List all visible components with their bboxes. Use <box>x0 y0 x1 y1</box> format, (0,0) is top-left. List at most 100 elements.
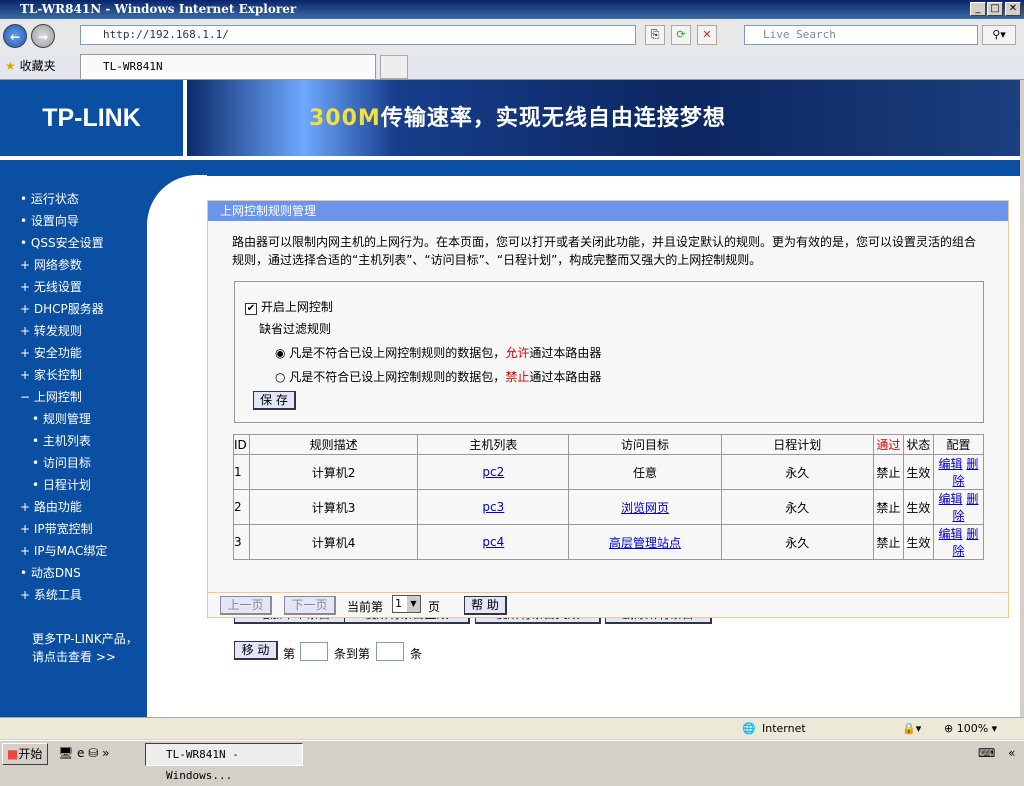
forward-button[interactable]: → <box>31 24 55 48</box>
taskbar: ■开始 🖥 e ⛁ » TL-WR841N - Windows... ⌨ « <box>0 740 1024 782</box>
tab-tl-wr841n[interactable]: TL-WR841N <box>80 54 376 79</box>
enable-label: 开启上网控制 <box>260 300 333 314</box>
target-cell: 高层管理站点 <box>568 524 722 560</box>
state: 生效 <box>902 454 934 490</box>
maximize-button[interactable]: □ <box>987 2 1003 16</box>
host-cell: pc4 <box>417 524 570 560</box>
address-input[interactable]: http://192.168.1.1/ <box>80 25 636 45</box>
host-link[interactable]: pc3 <box>482 500 504 514</box>
sidebar-item[interactable]: • 运行状态 <box>20 190 79 207</box>
sidebar-item[interactable]: − 上网控制 <box>20 388 82 405</box>
sidebar-item[interactable]: + 路由功能 <box>20 498 82 515</box>
sidebar-item[interactable]: • 动态DNS <box>20 564 81 581</box>
search-input[interactable]: Live Search <box>744 25 978 45</box>
sidebar-item[interactable]: + 网络参数 <box>20 256 82 273</box>
rule-desc: 计算机3 <box>248 489 419 525</box>
zone-label: Internet <box>762 722 806 735</box>
back-button[interactable]: ← <box>3 24 27 48</box>
windows-icon: ■ <box>7 747 19 761</box>
save-button[interactable]: 保 存 <box>253 391 296 410</box>
tp-link-logo: TP-LINK <box>0 80 183 156</box>
sidebar-item[interactable]: + 转发规则 <box>20 322 82 339</box>
default-rule-label: 缺省过滤规则 <box>259 322 332 336</box>
sidebar-item[interactable]: + 家长控制 <box>20 366 82 383</box>
column-header: 访问目标 <box>568 434 722 455</box>
zoom-control[interactable]: ⊕ 100% ▾ <box>944 718 997 740</box>
rules-table: ID 规则描述 主机列表 访问目标 日程计划 通过 状态 配置 1 计算机2 pc2 任意 永… <box>233 434 985 560</box>
sidebar-item[interactable]: • 设置向导 <box>20 212 79 229</box>
stop-icon[interactable]: ✕ <box>697 25 717 45</box>
sidebar-item[interactable]: • QSS安全设置 <box>20 234 104 251</box>
edit-link[interactable]: 编辑 <box>939 527 963 541</box>
table-row: 2 计算机3 pc3 浏览网页 永久 禁止 生效 编辑 删除 <box>233 489 985 525</box>
new-tab-button[interactable] <box>380 55 408 79</box>
enable-control-checkbox[interactable]: ✔ 开启上网控制 <box>245 298 333 315</box>
minimize-button[interactable]: _ <box>970 2 986 16</box>
help-button[interactable]: 帮 助 <box>464 596 507 615</box>
pass: 禁止 <box>872 524 904 560</box>
sidebar-item[interactable]: • 规则管理 <box>32 410 91 427</box>
edit-link[interactable]: 编辑 <box>939 492 963 506</box>
more-products-link[interactable]: 更多TP-LINK产品， <box>32 630 138 647</box>
host-link[interactable]: pc2 <box>482 465 504 479</box>
move-button[interactable]: 移 动 <box>234 641 278 660</box>
taskbar-ie-window[interactable]: TL-WR841N - Windows... <box>145 743 303 782</box>
sidebar-item[interactable]: + 安全功能 <box>20 344 82 361</box>
sidebar-item[interactable]: + IP带宽控制 <box>20 520 93 537</box>
sidebar-item[interactable]: • 访问目标 <box>32 454 91 471</box>
search-icon[interactable]: ⚲▾ <box>982 25 1016 45</box>
edit-link[interactable]: 编辑 <box>939 457 963 471</box>
pager: 上一页 下一页 当前第 1 ▼ 页 帮 助 <box>207 593 1009 618</box>
table-row: 1 计算机2 pc2 任意 永久 禁止 生效 编辑 删除 <box>233 454 985 490</box>
move-to-label: 条到第 <box>334 647 371 661</box>
move-from-input[interactable] <box>300 642 328 661</box>
sidebar-item[interactable]: + IP与MAC绑定 <box>20 542 107 559</box>
opt-allow: 允许 <box>505 346 530 360</box>
page-value: 1 <box>395 597 402 610</box>
favorites-button[interactable]: ★ 收藏夹 <box>5 57 56 74</box>
host-cell: pc2 <box>417 454 570 490</box>
zoom-level: 100% <box>956 722 989 735</box>
keyboard-icon[interactable]: ⌨ <box>978 746 995 760</box>
protected-mode-icon[interactable]: 🔒▾ <box>902 718 921 740</box>
chevron-down-icon: ▼ <box>407 596 420 612</box>
tray-expand-icon[interactable]: « <box>1008 746 1015 760</box>
move-from-label: 第 <box>283 647 296 661</box>
sidebar-item[interactable]: + 无线设置 <box>20 278 82 295</box>
globe-icon: 🌐 <box>742 722 756 735</box>
quicklaunch-icons[interactable]: 🖥 e ⛁ » <box>58 746 109 760</box>
sidebar-item[interactable]: • 主机列表 <box>32 432 91 449</box>
target-cell: 浏览网页 <box>568 489 722 525</box>
host-link[interactable]: pc4 <box>482 535 504 549</box>
prev-page-button[interactable]: 上一页 <box>220 596 272 615</box>
page-select[interactable]: 1 ▼ <box>392 595 421 613</box>
move-to-input[interactable] <box>376 642 404 661</box>
allow-radio[interactable]: ◉ 凡是不符合已设上网控制规则的数据包，允许通过本路由器 <box>275 344 601 361</box>
deny-radio[interactable]: ○ 凡是不符合已设上网控制规则的数据包，禁止通过本路由器 <box>275 368 601 385</box>
schedule: 永久 <box>720 524 874 560</box>
opt-text: 通过本路由器 <box>529 370 602 384</box>
compat-icon[interactable]: ⎘ <box>645 25 665 45</box>
close-button[interactable]: ✕ <box>1005 2 1021 16</box>
rule-desc: 计算机2 <box>248 454 419 490</box>
page-content: TP-LINK 300M传输速率，实现无线自由连接梦想 • 运行状态 • 设置向导… <box>0 80 1020 717</box>
start-button[interactable]: ■开始 <box>2 743 48 765</box>
pass: 禁止 <box>872 489 904 525</box>
target-cell: 任意 <box>568 454 722 490</box>
sidebar-item[interactable]: + DHCP服务器 <box>20 300 104 317</box>
schedule: 永久 <box>720 489 874 525</box>
target-link[interactable]: 浏览网页 <box>621 501 669 515</box>
rule-id: 2 <box>233 489 250 525</box>
column-header: 状态 <box>902 434 934 455</box>
status-bar: 🌐 Internet 🔒▾ ⊕ 100% ▾ <box>0 717 1024 739</box>
more-products-link-2[interactable]: 请点击查看 >> <box>32 648 116 665</box>
banner: 300M传输速率，实现无线自由连接梦想 <box>187 80 1020 156</box>
next-page-button[interactable]: 下一页 <box>284 596 336 615</box>
target-link[interactable]: 高层管理站点 <box>609 536 681 550</box>
sidebar-item[interactable]: • 日程计划 <box>32 476 91 493</box>
page-unit: 页 <box>428 600 441 614</box>
column-header: 通过 <box>872 434 904 455</box>
refresh-icon[interactable]: ⟳ <box>671 25 691 45</box>
opt-deny: 禁止 <box>505 370 530 384</box>
sidebar-item[interactable]: + 系统工具 <box>20 586 82 603</box>
